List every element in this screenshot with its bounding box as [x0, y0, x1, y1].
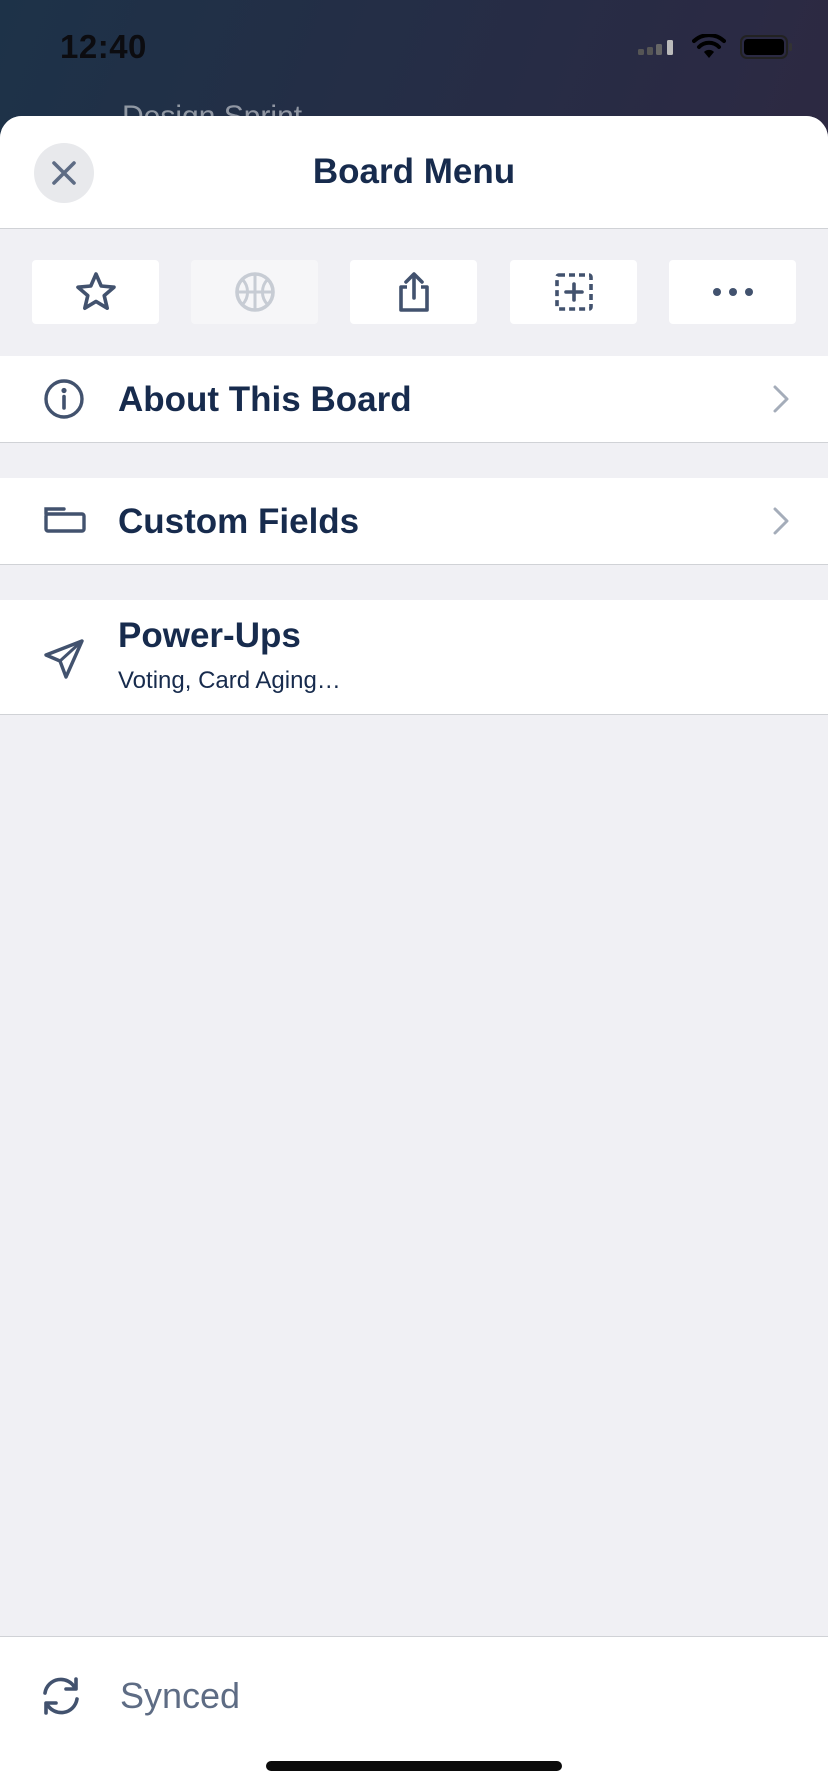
sync-status: Synced	[120, 1675, 241, 1716]
action-bar	[32, 260, 796, 324]
sheet-title: Board Menu	[312, 152, 516, 191]
add-card-dashed-icon	[554, 273, 593, 311]
about-board-label: About This Board	[118, 380, 412, 419]
custom-field-icon	[40, 497, 88, 545]
home-indicator[interactable]	[266, 1761, 562, 1771]
cellular-signal-icon	[638, 40, 673, 55]
custom-fields-row[interactable]: Custom Fields	[0, 478, 828, 565]
more-button[interactable]	[669, 260, 796, 324]
status-icons	[638, 34, 794, 60]
about-board-row[interactable]: About This Board	[0, 356, 828, 443]
power-ups-row[interactable]: Power-Ups Voting, Card Aging…	[0, 600, 828, 715]
basketball-icon	[234, 272, 275, 312]
sync-icon	[43, 1677, 79, 1715]
sheet-header: Board Menu	[0, 116, 828, 229]
info-icon	[40, 375, 88, 423]
more-icon	[712, 288, 753, 296]
basketball-button[interactable]	[191, 260, 318, 324]
battery-icon	[740, 35, 792, 59]
power-ups-subtitle: Voting, Card Aging…	[118, 667, 341, 694]
share-button[interactable]	[350, 260, 477, 324]
share-icon	[398, 272, 429, 312]
status-time: 12:40	[60, 28, 147, 65]
board-menu-sheet: Board Menu About This Board Custom Field…	[0, 116, 828, 1792]
star-button[interactable]	[32, 260, 159, 324]
star-icon	[75, 272, 116, 310]
rocket-icon	[40, 635, 88, 683]
wifi-icon	[692, 34, 726, 58]
add-card-button[interactable]	[510, 260, 637, 324]
chevron-right-icon	[773, 385, 789, 413]
chevron-right-icon	[773, 507, 789, 535]
status-bar: 12:40	[0, 0, 828, 110]
custom-fields-label: Custom Fields	[118, 502, 360, 541]
power-ups-label: Power-Ups	[118, 616, 301, 655]
